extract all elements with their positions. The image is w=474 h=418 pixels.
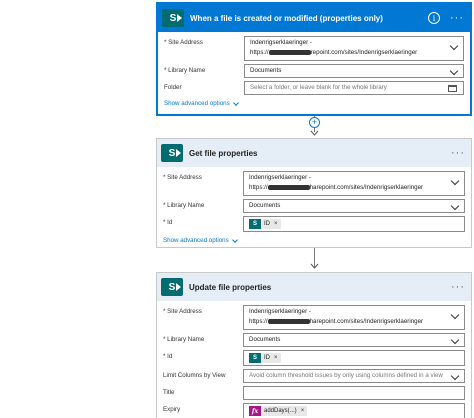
chevron-down-icon[interactable] [450, 371, 460, 381]
redacted-text [267, 318, 310, 324]
sharepoint-icon: S [162, 9, 184, 27]
chevron-down-icon [232, 99, 239, 106]
sharepoint-icon: S [161, 278, 183, 296]
expiry-token-label: addDays(...) [264, 408, 297, 414]
show-advanced-options-link[interactable]: Show advanced options [164, 99, 239, 107]
title-input[interactable] [243, 386, 465, 400]
id-row: * Id S ID × [163, 350, 465, 366]
expression-icon: fx [249, 406, 261, 416]
site-address-row: * Site Address Indenrigserklaeringer - h… [164, 36, 464, 61]
close-icon[interactable]: × [274, 355, 278, 361]
get-file-properties-card[interactable]: S Get file properties ··· * Site Address… [156, 138, 472, 248]
site-address-label: * Site Address [163, 308, 202, 315]
id-row: * Id S ID × [163, 216, 465, 232]
library-name-value: Documents [249, 202, 281, 209]
add-step-icon[interactable]: + [309, 117, 320, 128]
get-file-properties-title: Get file properties [189, 148, 258, 158]
chevron-down-icon[interactable] [449, 66, 459, 76]
id-token-label: ID [264, 355, 270, 361]
id-input[interactable]: S ID × [243, 350, 465, 366]
library-name-dropdown[interactable]: Documents [243, 199, 465, 213]
arrow-down-icon [310, 263, 319, 269]
site-address-dropdown[interactable]: Indenrigserklaeringer - https://harepoin… [243, 305, 465, 330]
more-options-icon[interactable]: ··· [451, 147, 465, 159]
folder-label: Folder [164, 84, 182, 91]
sharepoint-icon: S [249, 219, 261, 229]
sharepoint-icon: S [161, 144, 183, 162]
library-name-label: * Library Name [163, 202, 205, 209]
site-address-line2: https://harepoint.com/sites/Indenrigserk… [249, 184, 424, 191]
close-icon[interactable]: × [274, 221, 278, 227]
show-advanced-label: Show advanced options [163, 237, 229, 244]
site-address-line2: https://harepoint.com/sites/Indenrigserk… [249, 318, 424, 325]
folder-input[interactable]: Select a folder, or leave blank for the … [244, 81, 464, 95]
arrow-down-icon [310, 130, 319, 136]
folder-row: Folder Select a folder, or leave blank f… [164, 81, 464, 95]
limit-columns-value: Avoid column threshold issues by only us… [249, 372, 443, 379]
site-address-row: * Site Address Indenrigserklaeringer - h… [163, 171, 465, 196]
library-name-row: * Library Name Documents [164, 64, 464, 78]
id-input[interactable]: S ID × [243, 216, 465, 232]
update-file-properties-header[interactable]: S Update file properties ··· [157, 273, 471, 301]
chevron-down-icon[interactable] [450, 335, 460, 345]
site-address-label: * Site Address [163, 174, 202, 181]
site-address-dropdown[interactable]: Indenrigserklaeringer - https://harepoin… [243, 171, 465, 196]
update-file-properties-title: Update file properties [189, 282, 272, 292]
library-name-row: * Library Name Documents [163, 333, 465, 347]
expiry-label: Expiry [163, 406, 181, 413]
trigger-title: When a file is created or modified (prop… [190, 13, 383, 23]
library-name-value: Documents [250, 67, 282, 74]
id-token[interactable]: S ID × [249, 219, 281, 229]
library-name-label: * Library Name [163, 336, 205, 343]
site-address-line1: Indenrigserklaeringer - [250, 39, 312, 46]
library-name-value: Documents [249, 336, 281, 343]
redacted-text [267, 184, 310, 190]
show-advanced-options-link[interactable]: Show advanced options [163, 236, 238, 244]
expiry-token[interactable]: fx addDays(...) × [249, 406, 308, 416]
get-file-properties-header[interactable]: S Get file properties ··· [157, 139, 471, 167]
folder-icon[interactable] [448, 85, 457, 92]
update-file-properties-card[interactable]: S Update file properties ··· * Site Addr… [156, 272, 472, 418]
info-icon[interactable]: i [428, 12, 440, 24]
more-options-icon[interactable]: ··· [450, 12, 464, 24]
folder-placeholder: Select a folder, or leave blank for the … [250, 84, 387, 91]
sharepoint-icon: S [249, 353, 261, 363]
id-token[interactable]: S ID × [249, 353, 281, 363]
expiry-row: Expiry fx addDays(...) × [163, 403, 465, 418]
trigger-card[interactable]: S When a file is created or modified (pr… [156, 2, 472, 116]
title-label: Title [163, 389, 175, 396]
site-address-dropdown[interactable]: Indenrigserklaeringer - https://repoint.… [244, 36, 464, 61]
library-name-dropdown[interactable]: Documents [244, 64, 464, 78]
chevron-down-icon [231, 236, 238, 243]
trigger-card-header[interactable]: S When a file is created or modified (pr… [158, 4, 470, 32]
site-address-line1: Indenrigserklaeringer - [249, 174, 311, 181]
library-name-row: * Library Name Documents [163, 199, 465, 213]
limit-columns-label: Limit Columns by View [163, 372, 226, 379]
site-address-row: * Site Address Indenrigserklaeringer - h… [163, 305, 465, 330]
chevron-down-icon[interactable] [450, 201, 460, 211]
library-name-dropdown[interactable]: Documents [243, 333, 465, 347]
redacted-text [268, 49, 311, 55]
site-address-label: * Site Address [164, 39, 203, 46]
close-icon[interactable]: × [301, 408, 305, 414]
more-options-icon[interactable]: ··· [451, 281, 465, 293]
id-label: * Id [163, 219, 173, 226]
site-address-line2: https://repoint.com/sites/Indenrigserkla… [250, 49, 418, 56]
site-address-line1: Indenrigserklaeringer - [249, 308, 311, 315]
title-row: Title [163, 386, 465, 400]
limit-columns-row: Limit Columns by View Avoid column thres… [163, 369, 465, 383]
expiry-input[interactable]: fx addDays(...) × [243, 403, 465, 418]
id-label: * Id [163, 353, 173, 360]
limit-columns-dropdown[interactable]: Avoid column threshold issues by only us… [243, 369, 465, 383]
library-name-label: * Library Name [164, 67, 206, 74]
id-token-label: ID [264, 221, 270, 227]
show-advanced-label: Show advanced options [164, 100, 230, 107]
